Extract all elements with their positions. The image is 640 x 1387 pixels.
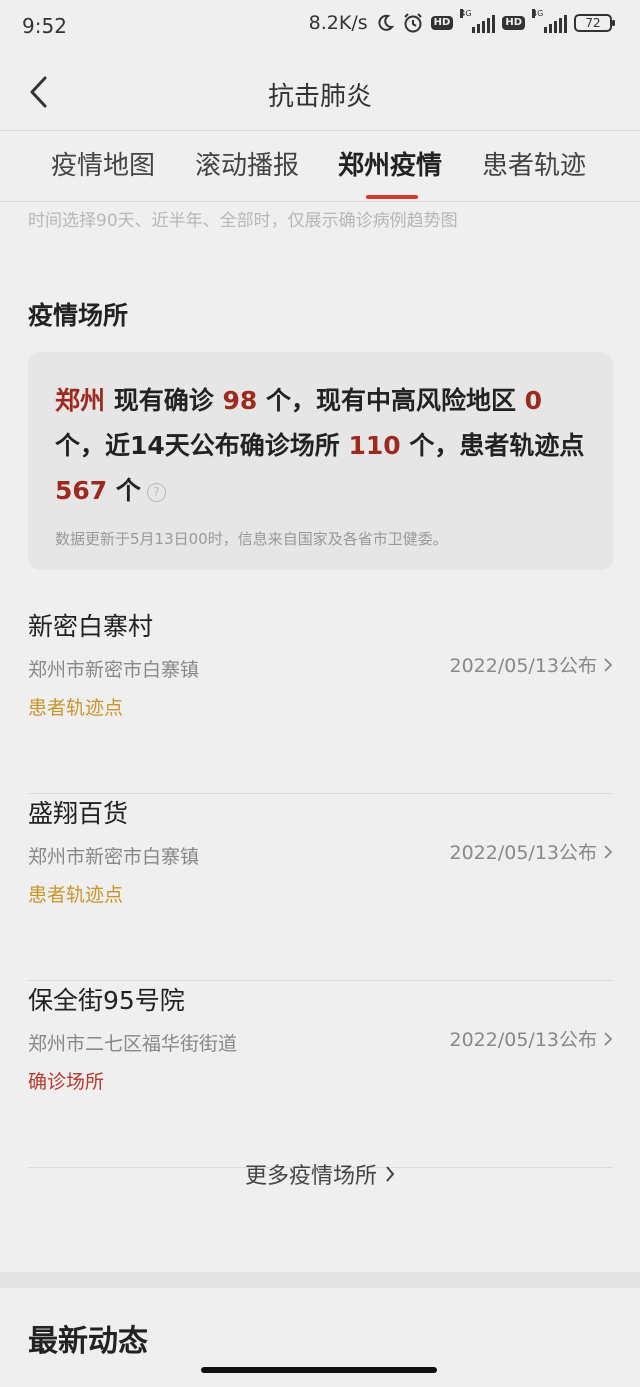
place-date: 2022/05/13公布 bbox=[449, 1025, 613, 1052]
status-bar: 9:52 8.2K/s HD 4G HD 4G 72 bbox=[0, 0, 640, 54]
summary-text: 郑州 现有确诊 98 个，现有中高风险地区 0 个，近14天公布确诊场所 110… bbox=[55, 378, 595, 513]
moon-icon bbox=[378, 14, 394, 31]
venue-count: 110 bbox=[348, 431, 401, 460]
section-divider bbox=[0, 1272, 640, 1288]
chevron-right-icon bbox=[386, 1166, 395, 1182]
place-address: 郑州市新密市白寨镇 bbox=[28, 659, 200, 681]
status-icons: 8.2K/s HD 4G HD 4G 72 bbox=[308, 9, 615, 34]
place-date: 2022/05/13公布 bbox=[449, 838, 613, 865]
network-speed: 8.2K/s bbox=[308, 12, 368, 34]
signal-icon: 4G bbox=[460, 9, 496, 33]
tab-bar: 疫情地图 滚动播报 郑州疫情 患者轨迹 bbox=[0, 131, 640, 202]
summary-label: 个，现有中高风险地区 bbox=[257, 386, 525, 415]
place-date-text: 2022/05/13公布 bbox=[449, 655, 597, 677]
title-bar: 抗击肺炎 bbox=[0, 54, 640, 131]
section-title-venues: 疫情场所 bbox=[28, 301, 129, 330]
place-tag: 患者轨迹点 bbox=[28, 884, 124, 906]
trace-point-count: 567 bbox=[55, 476, 108, 505]
tab-patient-trace[interactable]: 患者轨迹 bbox=[482, 145, 586, 182]
summary-label: 个，近14天公布确诊场所 bbox=[55, 431, 349, 460]
tab-rolling-news[interactable]: 滚动播报 bbox=[195, 145, 299, 182]
risk-area-count: 0 bbox=[524, 386, 543, 415]
hd-badge: HD bbox=[430, 16, 454, 30]
place-name: 保全街95号院 bbox=[28, 986, 185, 1015]
place-item[interactable]: 新密白寨村 郑州市新密市白寨镇 2022/05/13公布 患者轨迹点 bbox=[28, 607, 613, 794]
place-date-text: 2022/05/13公布 bbox=[449, 1029, 597, 1051]
active-tab-indicator bbox=[366, 195, 418, 199]
place-address: 郑州市二七区福华街街道 bbox=[28, 1033, 238, 1055]
network-type: 4G bbox=[460, 9, 472, 18]
place-date: 2022/05/13公布 bbox=[449, 651, 613, 678]
tab-epidemic-map[interactable]: 疫情地图 bbox=[51, 145, 155, 182]
summary-label: 现有确诊 bbox=[105, 386, 223, 415]
place-address: 郑州市新密市白寨镇 bbox=[28, 846, 200, 868]
summary-label: 个 bbox=[107, 476, 141, 505]
section-title-latest: 最新动态 bbox=[28, 1324, 148, 1359]
update-note: 数据更新于5月13日00时，信息来自国家及各省市卫健委。 bbox=[55, 530, 448, 548]
place-tag: 患者轨迹点 bbox=[28, 697, 124, 719]
place-name: 盛翔百货 bbox=[28, 799, 129, 828]
chevron-right-icon bbox=[604, 657, 613, 672]
tab-zhengzhou-epidemic[interactable]: 郑州疫情 bbox=[338, 145, 442, 182]
alarm-icon bbox=[403, 13, 422, 33]
chevron-right-icon bbox=[604, 1031, 613, 1046]
chart-hint-text: 时间选择90天、近半年、全部时，仅展示确诊病例趋势图 bbox=[28, 211, 458, 231]
place-item[interactable]: 盛翔百货 郑州市新密市白寨镇 2022/05/13公布 患者轨迹点 bbox=[28, 794, 613, 981]
help-icon[interactable]: ? bbox=[146, 482, 166, 502]
hd-badge: HD bbox=[502, 16, 525, 30]
place-date-text: 2022/05/13公布 bbox=[449, 842, 597, 864]
place-item[interactable]: 保全街95号院 郑州市二七区福华街街道 2022/05/13公布 确诊场所 bbox=[28, 981, 613, 1168]
network-type: 4G bbox=[532, 9, 544, 18]
confirmed-count: 98 bbox=[222, 386, 258, 415]
more-venues-label: 更多疫情场所 bbox=[244, 1164, 377, 1189]
home-indicator[interactable] bbox=[201, 1367, 437, 1373]
page-title: 抗击肺炎 bbox=[267, 82, 372, 112]
status-time: 9:52 bbox=[22, 14, 67, 38]
place-name: 新密白寨村 bbox=[28, 612, 154, 641]
summary-label: 个，患者轨迹点 bbox=[400, 431, 585, 460]
summary-city: 郑州 bbox=[55, 386, 106, 415]
battery-icon: 72 bbox=[574, 14, 615, 32]
chevron-right-icon bbox=[604, 844, 613, 859]
summary-card: 郑州 现有确诊 98 个，现有中高风险地区 0 个，近14天公布确诊场所 110… bbox=[28, 352, 613, 570]
signal-icon: 4G bbox=[532, 9, 567, 33]
more-venues-link[interactable]: 更多疫情场所 bbox=[0, 1158, 640, 1190]
place-tag: 确诊场所 bbox=[28, 1071, 105, 1093]
